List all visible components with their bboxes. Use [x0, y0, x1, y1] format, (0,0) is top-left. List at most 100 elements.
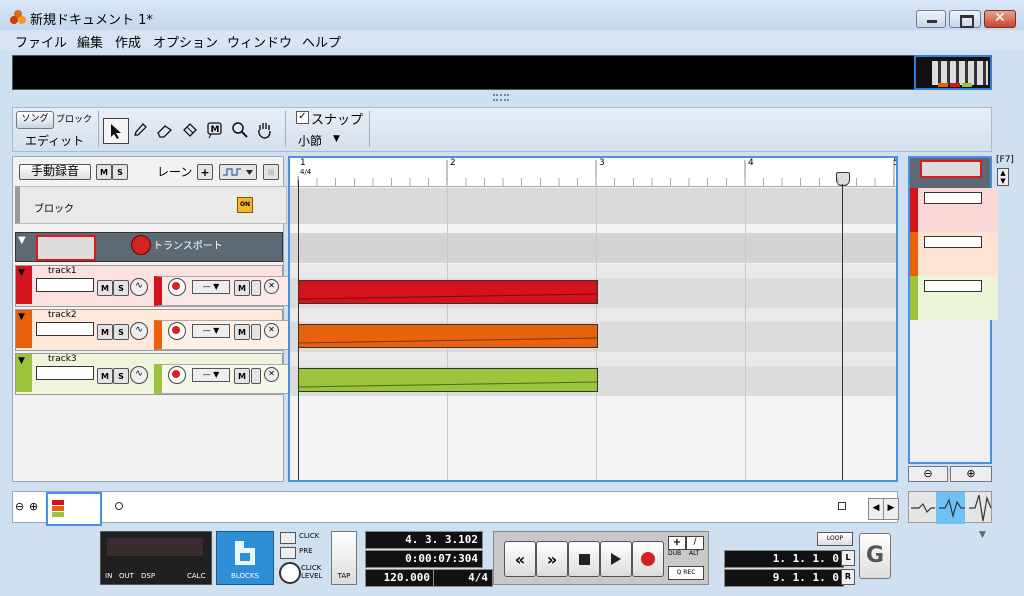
- track-name[interactable]: track1: [48, 266, 77, 276]
- track-header[interactable]: ▼ track2 M S ∿ — ▼ M ✕: [15, 309, 289, 351]
- rack-navigator[interactable]: [908, 156, 998, 464]
- instrument-thumb[interactable]: [36, 366, 94, 380]
- menu-options[interactable]: オプション: [153, 32, 218, 51]
- play-button[interactable]: [600, 541, 632, 577]
- automation-icon[interactable]: ∿: [130, 322, 148, 340]
- global-solo-button[interactable]: S: [112, 164, 128, 180]
- menu-help[interactable]: ヘルプ: [302, 32, 341, 51]
- lane-mute-button[interactable]: M: [234, 280, 250, 296]
- rack-transport-thumb[interactable]: [910, 158, 990, 188]
- zoom-in-icon[interactable]: ⊕: [29, 500, 38, 513]
- hand-tool[interactable]: [253, 118, 277, 142]
- collapse-triangle-icon[interactable]: ▼: [18, 356, 25, 366]
- delete-lane-icon[interactable]: ✕: [264, 323, 279, 338]
- alt-button[interactable]: /: [686, 536, 704, 550]
- click-toggle[interactable]: [280, 532, 296, 544]
- rack-overview[interactable]: [12, 55, 992, 90]
- track-mute-button[interactable]: M: [97, 324, 113, 340]
- snap-checkbox[interactable]: ✓: [296, 111, 309, 124]
- lane-select[interactable]: — ▼: [192, 368, 230, 382]
- arrangement-view[interactable]: 1 2 3 4 5 4/4: [288, 156, 898, 482]
- track-mute-button[interactable]: M: [97, 368, 113, 384]
- mute-tool[interactable]: M: [203, 118, 227, 142]
- rewind-button[interactable]: «: [504, 541, 536, 577]
- transport-lane[interactable]: [290, 233, 896, 263]
- block-on-button[interactable]: ON: [237, 197, 253, 213]
- left-locator-display[interactable]: 1. 1. 1. 0: [724, 550, 844, 568]
- automation-icon[interactable]: ∿: [130, 278, 148, 296]
- splitter-handle[interactable]: [493, 92, 509, 102]
- transport-menu-arrow-icon[interactable]: ▼: [979, 530, 986, 540]
- scroll-right-button[interactable]: ▶: [883, 498, 899, 520]
- scroll-viewport-thumb[interactable]: [46, 492, 102, 526]
- stop-button[interactable]: [568, 541, 600, 577]
- position-display[interactable]: 4. 3. 3.102: [365, 531, 483, 549]
- zoom-tool[interactable]: [228, 118, 252, 142]
- menu-file[interactable]: ファイル: [15, 32, 67, 51]
- blocks-button[interactable]: BLOCKS: [216, 531, 274, 585]
- signature-display[interactable]: 4/4: [433, 569, 493, 587]
- track2-clip[interactable]: [298, 324, 598, 348]
- rack-track3-thumb[interactable]: [910, 276, 998, 320]
- track-solo-button[interactable]: S: [113, 280, 129, 296]
- tempo-display[interactable]: 120.000: [365, 569, 435, 587]
- song-mode-button[interactable]: ソング: [16, 111, 54, 129]
- rack-track2-thumb[interactable]: [910, 232, 998, 276]
- maximize-button[interactable]: [949, 10, 981, 28]
- fast-forward-button[interactable]: »: [536, 541, 568, 577]
- lane-type-select[interactable]: [219, 164, 257, 180]
- loop-button[interactable]: LOOP: [817, 532, 853, 546]
- lane-toggle[interactable]: [251, 368, 261, 384]
- rack-zoom-in-button[interactable]: ⊕: [950, 466, 992, 482]
- automation-icon[interactable]: ∿: [130, 366, 148, 384]
- tap-button[interactable]: TAP: [331, 531, 357, 585]
- track3-clip[interactable]: [298, 368, 598, 392]
- collapse-triangle-icon[interactable]: ▼: [18, 268, 25, 278]
- razor-tool[interactable]: [178, 118, 202, 142]
- left-locator-button[interactable]: L: [841, 550, 855, 566]
- close-button[interactable]: ✕: [984, 10, 1016, 28]
- collapse-triangle-icon[interactable]: ▼: [18, 312, 25, 322]
- record-button[interactable]: [632, 541, 664, 577]
- collapse-triangle-icon[interactable]: ▼: [18, 235, 26, 246]
- ruler[interactable]: 1 2 3 4 5 4/4: [290, 158, 896, 187]
- lane-toggle[interactable]: [251, 324, 261, 340]
- lane-settings-button[interactable]: ⊞: [263, 164, 279, 180]
- pointer-tool[interactable]: [103, 118, 129, 144]
- song-scrollbar[interactable]: ⊖ ⊕ ◀ ▶: [12, 491, 899, 526]
- rack-track1-thumb[interactable]: [910, 188, 998, 232]
- track-header[interactable]: ▼ track3 M S ∿ — ▼ M ✕: [15, 353, 289, 395]
- block-lane-header[interactable]: ブロック ON: [15, 186, 287, 224]
- snap-value-select[interactable]: 小節: [298, 132, 322, 149]
- block-lane[interactable]: [290, 188, 896, 224]
- zoom-out-icon[interactable]: ⊖: [15, 500, 24, 513]
- waveform-zoom-selector[interactable]: [908, 491, 992, 524]
- global-mute-button[interactable]: M: [96, 164, 112, 180]
- menu-edit[interactable]: 編集: [77, 32, 103, 51]
- delete-lane-icon[interactable]: ✕: [264, 279, 279, 294]
- dub-button[interactable]: +: [668, 536, 686, 550]
- record-enable-button[interactable]: [168, 322, 186, 340]
- track-header[interactable]: ▼ track1 M S ∿ — ▼ M ✕: [15, 265, 289, 307]
- chevron-down-icon[interactable]: ▼: [333, 134, 340, 144]
- pencil-tool[interactable]: [128, 118, 152, 142]
- add-lane-button[interactable]: +: [197, 164, 213, 180]
- scroll-left-button[interactable]: ◀: [868, 498, 884, 520]
- menu-create[interactable]: 作成: [115, 32, 141, 51]
- propellerhead-logo-button[interactable]: G: [859, 533, 891, 579]
- lane-toggle[interactable]: [251, 280, 261, 296]
- record-enable-button[interactable]: [168, 366, 186, 384]
- right-locator-display[interactable]: 9. 1. 1. 0: [724, 569, 844, 587]
- eraser-tool[interactable]: [153, 118, 177, 142]
- right-locator-marker[interactable]: [838, 502, 846, 510]
- block-mode-button[interactable]: ブロック: [56, 112, 92, 125]
- delete-lane-icon[interactable]: ✕: [264, 367, 279, 382]
- track-solo-button[interactable]: S: [113, 368, 129, 384]
- transport-lane-header[interactable]: ▼ トランスポート: [15, 232, 283, 262]
- minimize-button[interactable]: [916, 10, 946, 28]
- left-locator-marker[interactable]: [115, 502, 123, 510]
- track-mute-button[interactable]: M: [97, 280, 113, 296]
- instrument-thumb[interactable]: [36, 278, 94, 292]
- quantize-record-button[interactable]: Q REC: [668, 566, 704, 580]
- lane-mute-button[interactable]: M: [234, 368, 250, 384]
